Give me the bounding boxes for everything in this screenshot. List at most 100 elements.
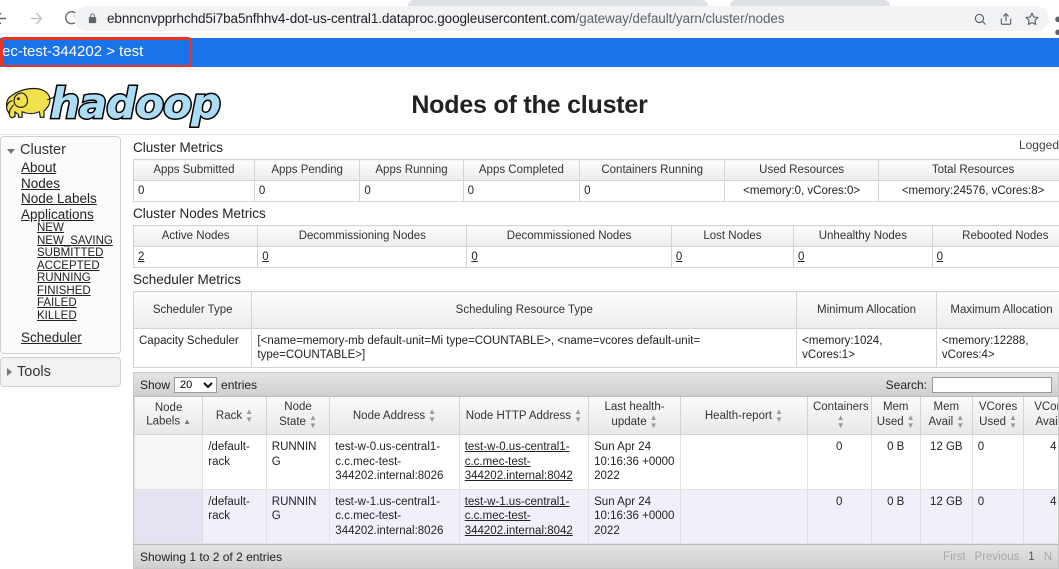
scheduler-metrics-table: Scheduler Type Scheduling Resource Type … [133,291,1059,368]
sidebar-item-scheduler[interactable]: Scheduler [1,330,120,346]
col-node-http-address[interactable]: Node HTTP Address▲▼ [459,397,588,435]
back-arrow-icon[interactable] [0,4,14,32]
cluster-metrics-wrap: Apps Submitted Apps Pending Apps Running… [133,159,1059,202]
col-mem-used-label: Mem Used [877,401,909,428]
cell-total-resources: <memory:24576, vCores:8> [879,181,1059,202]
cell-rebooted-nodes: 0 [932,247,1059,268]
pagination-first[interactable]: First [943,551,965,563]
search-control: Search: [886,377,1052,393]
cluster-nodes-metrics-table: Active Nodes Decommissioning Nodes Decom… [133,225,1059,268]
table-row[interactable]: /default-rack RUNNING test-w-1.us-centra… [135,489,1059,544]
forward-arrow-icon[interactable] [22,4,50,32]
col-last-health-update[interactable]: Last health-update▲▼ [589,397,681,435]
cell-node-address: test-w-1.us-central1-c.c.mec-test-344202… [330,489,459,544]
col-health-report[interactable]: Health-report▲▼ [680,397,807,435]
sidebar-section-cluster[interactable]: Cluster [1,140,120,160]
cell-mem-avail: 12 GB [920,489,972,544]
cell-unhealthy-nodes: 0 [794,247,933,268]
col-node-labels[interactable]: Node Labels▲ [135,397,203,435]
sidebar-section-cluster-label: Cluster [20,142,66,158]
sort-both-icon: ▲▼ [309,414,317,430]
col-node-address[interactable]: Node Address▲▼ [330,397,459,435]
rebooted-nodes-link[interactable]: 0 [937,251,943,263]
col-containers[interactable]: Containers▲▼ [807,397,871,435]
col-apps-submitted: Apps Submitted [134,160,255,181]
col-vcores-avail-label: VCores Avail [1034,401,1059,428]
nodes-datatable: Show 20 40 60 100 entries Search: Node L… [133,372,1059,569]
sidebar-item-about[interactable]: About [1,160,120,176]
cell-node-state: RUNNING [266,489,330,544]
address-bar[interactable]: ebnncnvpprhchd5i7ba5nfhhv4-dot-us-centra… [74,6,1049,31]
sort-both-icon: ▲▼ [837,414,845,430]
col-node-labels-label: Node Labels [146,402,182,428]
star-icon[interactable] [1025,12,1039,26]
url-host: ebnncnvpprhchd5i7ba5nfhhv4-dot-us-centra… [107,11,576,26]
sidebar-item-killed[interactable]: KILLED [1,310,120,323]
cell-rack: /default-rack [203,435,267,490]
cell-vcores-avail: 4 [1024,489,1059,544]
sidebar-item-new-saving[interactable]: NEW_SAVING [1,235,120,248]
table-row: 2 0 0 0 0 0 0 [134,247,1059,268]
decommissioned-nodes-link[interactable]: 0 [471,251,477,263]
col-mem-avail[interactable]: Mem Avail▲▼ [920,397,972,435]
cluster-nodes-metrics-title: Cluster Nodes Metrics [133,206,1059,221]
sidebar-item-applications[interactable]: Applications [1,207,120,223]
col-rack[interactable]: Rack▲▼ [203,397,267,435]
cell-apps-submitted: 0 [134,181,255,202]
page-size-select[interactable]: 20 40 60 100 [174,377,217,393]
search-label: Search: [886,378,927,392]
col-used-resources: Used Resources [725,160,879,181]
sidebar-item-new[interactable]: NEW [1,222,120,235]
chevron-down-icon [7,149,15,154]
sort-both-icon: ▲▼ [428,408,436,424]
cell-mem-used: 0 B [871,435,920,490]
node-http-address-link[interactable]: test-w-0.us-central1-c.c.mec-test-344202… [465,441,573,482]
cell-health-report [680,435,807,490]
cell-node-labels [135,435,203,490]
breadcrumb[interactable]: ec-test-344202 > test [2,43,143,60]
col-active-nodes: Active Nodes [134,226,258,247]
share-icon[interactable] [999,12,1013,26]
col-rack-label: Rack [216,410,242,422]
col-vcores-avail[interactable]: VCores Avail▲▼ [1024,397,1059,435]
decommissioning-nodes-link[interactable]: 0 [262,251,268,263]
table-row[interactable]: /default-rack RUNNING test-w-0.us-centra… [135,435,1059,490]
sidebar-item-running[interactable]: RUNNING [1,272,120,285]
col-apps-pending: Apps Pending [254,160,360,181]
sort-ascending-icon: ▲ [183,415,191,428]
cell-health-report [680,489,807,544]
cell-apps-pending: 0 [254,181,360,202]
sidebar-item-node-labels[interactable]: Node Labels [1,191,120,207]
search-zoom-icon[interactable] [973,12,987,26]
sidebar-item-finished[interactable]: FINISHED [1,285,120,298]
search-input[interactable] [932,377,1052,393]
sort-both-icon: ▲▼ [956,414,964,430]
node-http-address-link[interactable]: test-w-1.us-central1-c.c.mec-test-344202… [465,496,573,537]
col-apps-running: Apps Running [360,160,463,181]
url-text: ebnncnvpprhchd5i7ba5nfhhv4-dot-us-centra… [107,11,965,26]
pagination-page-1[interactable]: 1 [1028,551,1034,563]
sidebar-tools-panel: Tools [0,357,121,387]
sidebar-item-submitted[interactable]: SUBMITTED [1,247,120,260]
sidebar-section-tools[interactable]: Tools [1,362,120,382]
url-path: /gateway/default/yarn/cluster/nodes [576,11,785,26]
col-vcores-used[interactable]: VCores Used▲▼ [972,397,1024,435]
lost-nodes-link[interactable]: 0 [676,251,682,263]
sidebar-cluster-panel: Cluster About Nodes Node Labels Applicat… [0,136,121,354]
sidebar-item-nodes[interactable]: Nodes [1,176,120,192]
sort-both-icon: ▲▼ [775,408,783,424]
sidebar-item-accepted[interactable]: ACCEPTED [1,260,120,273]
active-nodes-link[interactable]: 2 [138,251,144,263]
nodes-table: Node Labels▲ Rack▲▼ Node State▲▼ Node Ad… [134,397,1059,544]
col-mem-used[interactable]: Mem Used▲▼ [871,397,920,435]
pagination-next[interactable]: N [1044,551,1052,563]
col-node-state[interactable]: Node State▲▼ [266,397,330,435]
cell-mem-used: 0 B [871,489,920,544]
table-header-row: Scheduler Type Scheduling Resource Type … [134,292,1059,329]
sort-both-icon: ▲▼ [1009,414,1017,430]
breadcrumb-bar: ec-test-344202 > test [0,38,1059,67]
unhealthy-nodes-link[interactable]: 0 [798,251,804,263]
sidebar-item-failed[interactable]: FAILED [1,297,120,310]
table-header-row: Apps Submitted Apps Pending Apps Running… [134,160,1059,181]
pagination-previous[interactable]: Previous [975,551,1020,563]
